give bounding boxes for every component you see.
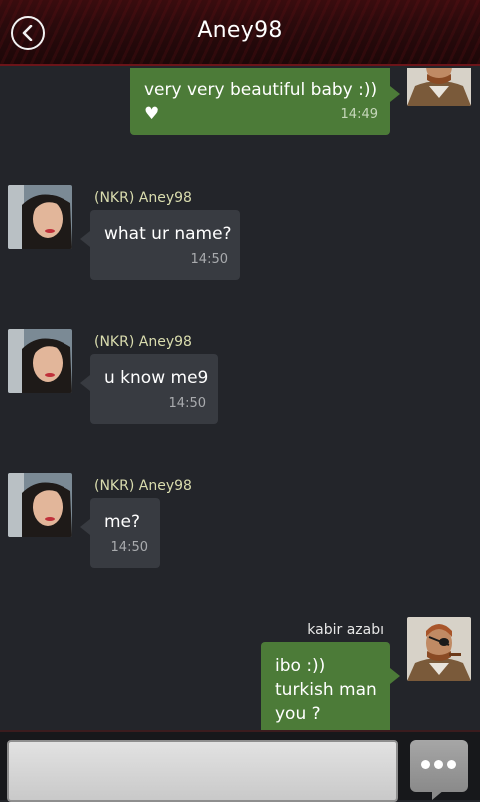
message-bubble[interactable]: u know me9 14:50 (90, 354, 218, 424)
message-list[interactable]: very very beautiful baby :)) ♥ 14:49 (NK… (0, 68, 480, 730)
avatar-image (8, 329, 72, 393)
avatar-image (407, 68, 471, 106)
bubble-tail (80, 519, 90, 535)
message-text: u know me9 (104, 368, 209, 388)
dot-icon (447, 760, 456, 769)
page-title: Aney98 (197, 18, 283, 43)
avatar-self[interactable] (407, 617, 471, 681)
message-bubble[interactable]: me? 14:50 (90, 498, 160, 568)
message-text: ibo :)) turkish man you ? (275, 656, 377, 724)
avatar-self[interactable] (407, 68, 471, 106)
dot-icon (434, 760, 443, 769)
message-time: 14:50 (190, 252, 228, 267)
send-button[interactable] (410, 740, 468, 800)
message-bubble[interactable]: what ur name? 14:50 (90, 210, 240, 280)
sender-name: (NKR) Aney98 (94, 190, 192, 206)
message-bubble[interactable]: very very beautiful baby :)) ♥ 14:49 (130, 68, 390, 135)
bubble-tail (390, 668, 400, 684)
chat-bubble-tail-icon (432, 790, 444, 800)
sender-name: (NKR) Aney98 (94, 334, 192, 350)
bubble-tail (80, 231, 90, 247)
message-text: what ur name? (104, 224, 232, 244)
avatar-image (407, 617, 471, 681)
avatar-contact[interactable] (8, 329, 72, 393)
dot-icon (421, 760, 430, 769)
avatar-contact[interactable] (8, 185, 72, 249)
message-time: 14:49 (340, 107, 378, 122)
message-bubble[interactable]: ibo :)) turkish man you ? (261, 642, 390, 730)
avatar-image (8, 185, 72, 249)
composer-bar (0, 730, 480, 802)
message-text: me? (104, 512, 141, 532)
message-time: 14:50 (110, 540, 148, 555)
sender-name: kabir azabı (307, 622, 384, 638)
sender-name: (NKR) Aney98 (94, 478, 192, 494)
bubble-tail (80, 375, 90, 391)
avatar-contact[interactable] (8, 473, 72, 537)
bubble-tail (390, 86, 400, 102)
message-input[interactable] (7, 740, 398, 802)
message-time: 14:50 (168, 396, 206, 411)
avatar-image (8, 473, 72, 537)
chat-header: Aney98 (0, 0, 480, 66)
